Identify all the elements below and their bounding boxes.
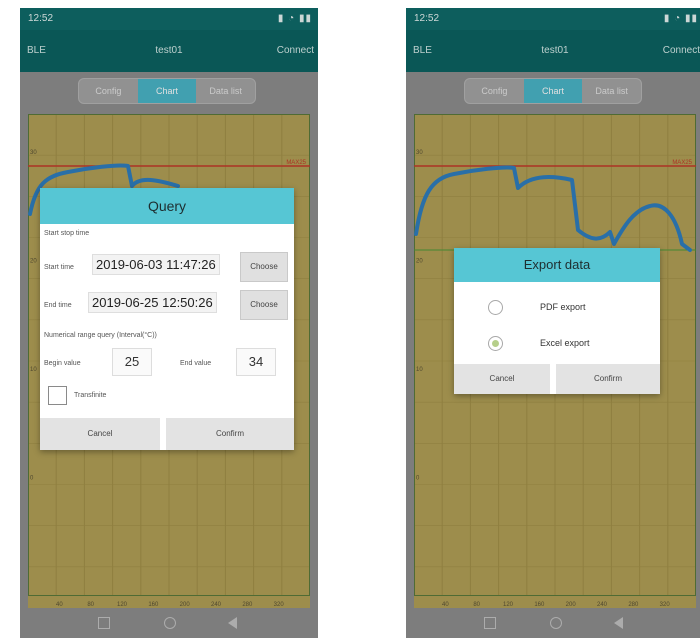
start-time-label: Start time <box>44 264 74 271</box>
start-stop-label: Start stop time <box>44 230 90 237</box>
end-value-input[interactable]: 34 <box>236 348 276 376</box>
transfinite-label: Transfinite <box>74 392 107 399</box>
start-time-field[interactable]: 2019-06-03 11:47:26 <box>92 254 220 275</box>
end-time-field[interactable]: 2019-06-25 12:50:26 <box>88 292 217 313</box>
choose-end-button[interactable]: Choose <box>240 290 288 320</box>
excel-export-label: Excel export <box>540 338 590 348</box>
pdf-export-radio[interactable] <box>488 300 503 315</box>
excel-export-radio[interactable] <box>488 336 503 351</box>
range-query-label: Numerical range query (Interval(°C)) <box>44 332 157 339</box>
confirm-button[interactable]: Confirm <box>166 418 294 450</box>
phone-screen-export: 12:52 ▮ ◔ ▮▮ BLE test01 Connect Config C… <box>406 8 700 638</box>
phone-screen-query: 12:52 ▮ ◔ ▮▮ BLE test01 Connect Config C… <box>20 8 318 638</box>
confirm-button[interactable]: Confirm <box>556 364 660 394</box>
end-time-label: End time <box>44 302 72 309</box>
begin-value-input[interactable]: 25 <box>112 348 152 376</box>
choose-start-button[interactable]: Choose <box>240 252 288 282</box>
pdf-export-label: PDF export <box>540 302 586 312</box>
query-dialog-title: Query <box>40 188 294 224</box>
transfinite-checkbox[interactable] <box>48 386 67 405</box>
end-value-label: End value <box>180 360 212 367</box>
begin-value-label: Begin value <box>44 360 81 367</box>
export-dialog: Export data PDF export Excel export Canc… <box>454 248 660 394</box>
cancel-button[interactable]: Cancel <box>454 364 550 394</box>
cancel-button[interactable]: Cancel <box>40 418 160 450</box>
export-dialog-title: Export data <box>454 248 660 282</box>
query-dialog: Query Start stop time Start time 2019-06… <box>40 188 294 450</box>
